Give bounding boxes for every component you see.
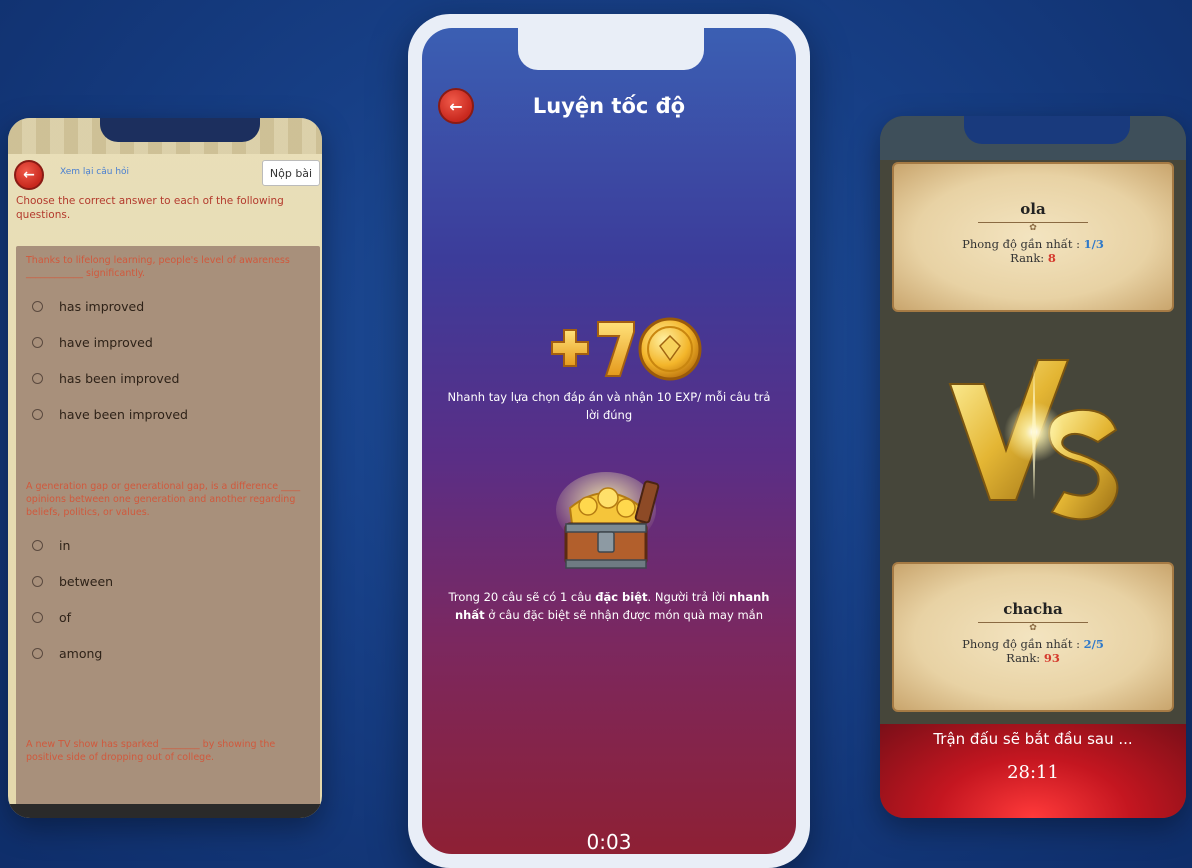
player-card: chacha ✿ Phong độ gần nhất : 2/5 Rank: 9…	[892, 562, 1174, 712]
player-form: Phong độ gần nhất : 2/5	[894, 637, 1172, 651]
player-rank: Rank: 8	[894, 251, 1172, 265]
question-text: Thanks to lifelong learning, people's le…	[26, 255, 290, 279]
quiz-instruction: Choose the correct answer to each of the…	[16, 195, 284, 221]
center-phone-speed-practice: ← Luyện tốc độ Nhanh tay lựa chọn đáp án…	[408, 14, 810, 868]
question-card: A new TV show has sparked ________ by sh…	[16, 730, 320, 810]
back-arrow-icon: ←	[23, 167, 35, 183]
page-title: Luyện tốc độ	[532, 94, 686, 118]
answer-option[interactable]: has improved	[26, 288, 310, 324]
countdown-timer: 0:03	[586, 830, 632, 854]
back-button[interactable]: ←	[14, 160, 44, 190]
match-countdown: 28:11	[1007, 762, 1059, 783]
option-label: in	[59, 537, 71, 553]
plus-ten-badge-icon	[551, 317, 702, 381]
radio-icon[interactable]	[32, 372, 43, 384]
radio-icon[interactable]	[32, 336, 43, 348]
phone-notch	[964, 116, 1130, 144]
answer-option[interactable]: between	[26, 563, 310, 599]
reward-description: Nhanh tay lựa chọn đáp án và nhận 10 EXP…	[447, 390, 771, 422]
radio-icon[interactable]	[32, 300, 43, 312]
left-phone-quiz-screen: ← Xem lại câu hỏi Nộp bài Choose the cor…	[8, 118, 322, 818]
special-text-bold: đặc biệt	[595, 590, 648, 604]
vs-emblem-icon	[948, 359, 1119, 521]
submit-button[interactable]: Nộp bài	[262, 160, 320, 186]
answer-option[interactable]: among	[26, 635, 310, 671]
option-label: have improved	[59, 334, 153, 350]
question-text: A generation gap or generational gap, is…	[26, 481, 301, 518]
treasure-chest-icon	[556, 472, 660, 569]
question-text: A new TV show has sparked ________ by sh…	[26, 739, 276, 763]
radio-icon[interactable]	[32, 539, 43, 551]
match-start-text: Trận đấu sẽ bắt đầu sau ...	[933, 730, 1133, 748]
option-label: among	[59, 645, 103, 661]
special-text-part: . Người trả lời	[647, 590, 729, 604]
rank-label: Rank:	[1006, 651, 1044, 665]
option-label: have been improved	[59, 406, 188, 422]
answer-option[interactable]: has been improved	[26, 360, 310, 396]
player-name: ola	[1020, 200, 1046, 218]
speed-practice-screen: ← Luyện tốc độ Nhanh tay lựa chọn đáp án…	[422, 28, 796, 854]
quiz-header: ← Xem lại câu hỏi Nộp bài	[8, 158, 322, 192]
answer-option[interactable]: of	[26, 599, 310, 635]
option-label: has been improved	[59, 370, 180, 386]
form-value: 2/5	[1083, 637, 1104, 651]
right-phone-match-screen: ola ✿ Phong độ gần nhất : 1/3 Rank: 8 ch…	[880, 116, 1186, 818]
special-question-description: Trong 20 câu sẽ có 1 câu đặc biệt. Người…	[442, 588, 776, 624]
player-form: Phong độ gần nhất : 1/3	[894, 237, 1172, 251]
option-label: of	[59, 609, 72, 625]
player-rank: Rank: 93	[894, 651, 1172, 665]
form-label: Phong độ gần nhất :	[962, 637, 1084, 651]
option-label: between	[59, 573, 114, 589]
special-text-part: ở câu đặc biệt sẽ nhận được món quà may …	[484, 608, 763, 622]
review-questions-link[interactable]: Xem lại câu hỏi	[60, 167, 129, 177]
answer-option[interactable]: have been improved	[26, 396, 310, 432]
radio-icon[interactable]	[32, 611, 43, 623]
rank-value: 8	[1047, 251, 1056, 265]
player-card: ola ✿ Phong độ gần nhất : 1/3 Rank: 8	[892, 162, 1174, 312]
ornament-icon: ✿	[1029, 223, 1037, 233]
phone-notch	[518, 28, 704, 70]
radio-icon[interactable]	[32, 575, 43, 587]
phone-notch	[100, 118, 260, 142]
special-text-part: Trong 20 câu sẽ có 1 câu	[448, 590, 596, 604]
radio-icon[interactable]	[32, 647, 43, 659]
ornament-icon: ✿	[1029, 623, 1037, 633]
answer-option[interactable]: have improved	[26, 324, 310, 360]
player-name: chacha	[1003, 600, 1063, 618]
rank-value: 93	[1043, 651, 1060, 665]
radio-icon[interactable]	[32, 408, 43, 420]
option-label: has improved	[59, 298, 145, 314]
rank-label: Rank:	[1010, 251, 1048, 265]
form-label: Phong độ gần nhất :	[962, 237, 1084, 251]
form-value: 1/3	[1083, 237, 1104, 251]
bottom-scroll-bar[interactable]	[8, 804, 322, 818]
answer-option[interactable]: in	[26, 527, 310, 563]
